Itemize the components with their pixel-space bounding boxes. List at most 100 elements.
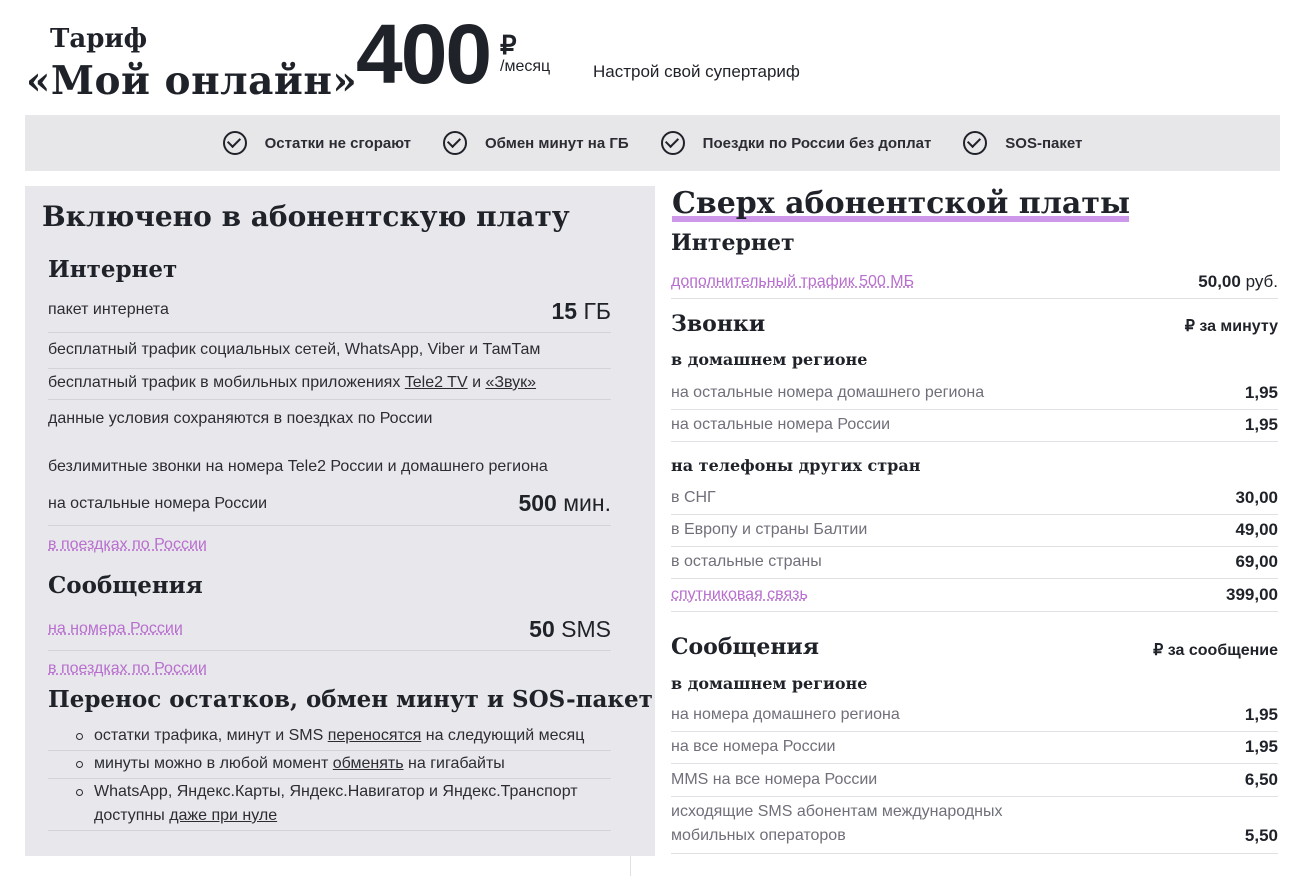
table-row: на остальные номера домашнего региона 1,… xyxy=(671,377,1278,410)
social-traffic-text: бесплатный трафик социальных сетей, What… xyxy=(48,341,541,358)
list-item: остатки трафика, минут и SMS переносятся… xyxy=(48,724,611,751)
row-price: 69,00 xyxy=(1235,552,1278,571)
row-label: на номера домашнего региона xyxy=(671,706,900,723)
table-row: в Европу и страны Балтии 49,00 xyxy=(671,514,1278,547)
table-row: в остальные страны 69,00 xyxy=(671,546,1278,579)
sms-unit: SMS xyxy=(561,616,611,642)
price-period: /месяц xyxy=(500,58,551,75)
sms-travel-link[interactable]: в поездках по России xyxy=(48,660,207,677)
bullet-text: остатки трафика, минут и SMS xyxy=(94,727,328,744)
satellite-link[interactable]: спутниковая связь xyxy=(671,586,808,604)
table-row: на остальные номера России 1,95 xyxy=(671,409,1278,442)
feature-label: Обмен минут на ГБ xyxy=(484,134,629,152)
travel-conditions-text: данные условия сохраняются в поездках по… xyxy=(48,410,433,427)
check-circle-icon xyxy=(660,131,685,155)
sms-row: на номера России 50 SMS xyxy=(48,612,611,651)
sms-value: 50 SMS xyxy=(529,616,611,643)
zero-balance-link[interactable]: даже при нуле xyxy=(169,807,277,824)
row-price: 30,00 xyxy=(1235,488,1278,507)
row-label: на остальные номера домашнего региона xyxy=(671,384,985,401)
apps-traffic-row: бесплатный трафик в мобильных приложения… xyxy=(48,374,611,400)
travel-conditions-row: данные условия сохраняются в поездках по… xyxy=(48,410,611,428)
calls-intl-subheading: на телефоны других стран xyxy=(671,456,921,475)
row-label: мобильных операторов xyxy=(671,827,846,844)
carryover-link[interactable]: переносятся xyxy=(328,727,422,744)
bullet-text: WhatsApp, Яндекс.Карты, Яндекс.Навигатор… xyxy=(94,783,578,824)
internet-package-value: 15 ГБ xyxy=(551,298,611,325)
row-price: 5,50 xyxy=(1244,826,1278,845)
unlimited-calls-row: безлимитные звонки на номера Tele2 Росси… xyxy=(48,458,611,476)
extra-messages-heading: Сообщения xyxy=(671,634,820,660)
extra-traffic-price: 50,00 руб. xyxy=(1198,272,1278,292)
unlimited-calls-text: безлимитные звонки на номера Tele2 Росси… xyxy=(48,458,548,475)
tele2-tv-link[interactable]: Tele2 TV xyxy=(405,374,468,391)
calls-unit: ₽ за минуту xyxy=(1184,318,1278,335)
carryover-list: остатки трафика, минут и SMS переносятся… xyxy=(48,724,611,832)
feature-item: SOS-пакет xyxy=(963,131,1082,155)
row-price: 49,00 xyxy=(1235,520,1278,539)
row-label: в Европу и страны Балтии xyxy=(671,521,868,538)
price-currency: руб. xyxy=(1245,272,1278,291)
calls-home-subheading: в домашнем регионе xyxy=(671,350,868,369)
row-price: 6,50 xyxy=(1244,770,1278,789)
zvuk-link[interactable]: «Звук» xyxy=(485,374,536,391)
table-row: исходящие SMS абонентам международных мо… xyxy=(671,797,1278,854)
other-calls-row: на остальные номера России 500 мин. xyxy=(48,486,611,526)
apps-traffic-prefix: бесплатный трафик в мобильных приложения… xyxy=(48,374,405,391)
tariff-name: «Мой онлайн» xyxy=(26,58,358,104)
messages-unit: ₽ за сообщение xyxy=(1153,642,1278,659)
other-calls-label: на остальные номера России xyxy=(48,495,268,512)
internet-package-label: пакет интернета xyxy=(48,301,169,318)
exchange-link[interactable]: обменять xyxy=(333,755,404,772)
package-unit: ГБ xyxy=(583,298,611,324)
row-label: на все номера России xyxy=(671,738,836,755)
bullet-text: на гигабайты xyxy=(403,755,505,772)
calls-travel-row: в поездках по России xyxy=(48,536,611,554)
table-row: в СНГ 30,00 xyxy=(671,482,1278,515)
price-currency: ₽ xyxy=(500,30,517,60)
included-title: Включено в абонентскую плату xyxy=(42,200,570,233)
extra-internet-heading: Интернет xyxy=(671,230,795,256)
carryover-heading: Перенос остатков, обмен минут и SOS-паке… xyxy=(48,686,653,713)
apps-and-text: и xyxy=(467,374,486,391)
row-label: исходящие SMS абонентам международных xyxy=(671,803,1003,820)
tariff-price: 400 xyxy=(356,7,492,101)
sms-amount: 50 xyxy=(529,616,555,642)
feature-item: Обмен минут на ГБ xyxy=(442,131,629,155)
minutes-unit: мин. xyxy=(563,490,611,516)
messages-home-subheading: в домашнем регионе xyxy=(671,674,868,693)
social-traffic-row: бесплатный трафик социальных сетей, What… xyxy=(48,336,611,369)
promo-text: Настрой свой супертариф xyxy=(593,62,800,81)
table-row: на все номера России 1,95 xyxy=(671,731,1278,764)
row-price: 1,95 xyxy=(1244,737,1278,756)
calls-travel-link[interactable]: в поездках по России xyxy=(48,536,207,553)
check-circle-icon xyxy=(222,131,247,155)
row-price: 1,95 xyxy=(1244,415,1278,434)
feature-label: Поездки по России без доплат xyxy=(702,134,932,152)
divider xyxy=(630,856,631,876)
feature-label: SOS-пакет xyxy=(1005,134,1083,152)
row-price: 1,95 xyxy=(1244,383,1278,402)
tariff-label: Тариф xyxy=(50,24,148,54)
included-panel: Включено в абонентскую плату Интернет па… xyxy=(25,186,655,856)
list-item: минуты можно в любой момент обменять на … xyxy=(48,752,611,779)
minutes-amount: 500 xyxy=(518,490,557,516)
feature-item: Поездки по России без доплат xyxy=(660,131,932,155)
price-amount: 50,00 xyxy=(1198,272,1241,291)
table-row: на номера домашнего региона 1,95 xyxy=(671,699,1278,732)
features-bar: Остатки не сгорают Обмен минут на ГБ Пое… xyxy=(25,115,1280,171)
internet-heading: Интернет xyxy=(48,256,178,283)
row-price: 1,95 xyxy=(1244,705,1278,724)
table-row: MMS на все номера России 6,50 xyxy=(671,764,1278,797)
row-label: на остальные номера России xyxy=(671,416,891,433)
feature-label: Остатки не сгорают xyxy=(264,134,411,152)
check-circle-icon xyxy=(963,131,988,155)
sms-russia-link[interactable]: на номера России xyxy=(48,620,183,638)
row-label: в остальные страны xyxy=(671,553,822,570)
bullet-text: на следующий месяц xyxy=(421,727,585,744)
sms-travel-row: в поездках по России xyxy=(48,660,611,678)
extra-traffic-link[interactable]: дополнительный трафик 500 МБ xyxy=(671,273,914,291)
extra-title: Сверх абонентской платы xyxy=(672,186,1131,221)
extra-calls-heading: Звонки xyxy=(671,311,766,337)
other-calls-value: 500 мин. xyxy=(518,490,611,517)
